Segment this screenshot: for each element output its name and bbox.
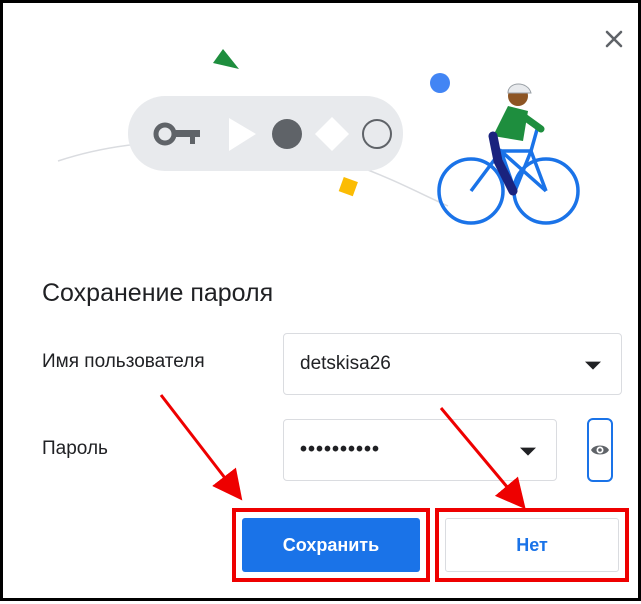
password-value: •••••••••• <box>300 438 381 461</box>
username-label: Имя пользователя <box>42 351 205 372</box>
close-icon <box>605 30 623 48</box>
no-button-highlight: Нет <box>435 508 629 582</box>
save-button-highlight: Сохранить <box>232 508 430 582</box>
show-password-button[interactable] <box>587 418 613 482</box>
username-select[interactable]: detskisa26 <box>283 333 622 395</box>
no-button[interactable]: Нет <box>445 518 619 572</box>
chevron-down-icon[interactable] <box>585 361 601 370</box>
cyclist-illustration <box>437 83 580 225</box>
save-button[interactable]: Сохранить <box>242 518 420 572</box>
arrow-to-save <box>159 394 243 501</box>
close-button[interactable] <box>600 25 628 53</box>
password-save-dialog: Сохранение пароля Имя пользователя detsk… <box>0 0 641 601</box>
chevron-down-icon[interactable] <box>520 447 536 456</box>
dialog-title: Сохранение пароля <box>42 279 274 307</box>
username-value: detskisa26 <box>300 353 391 374</box>
password-select[interactable]: •••••••••• <box>283 419 557 481</box>
header-illustration <box>57 49 580 225</box>
eye-icon <box>591 445 609 455</box>
password-label: Пароль <box>42 438 108 459</box>
